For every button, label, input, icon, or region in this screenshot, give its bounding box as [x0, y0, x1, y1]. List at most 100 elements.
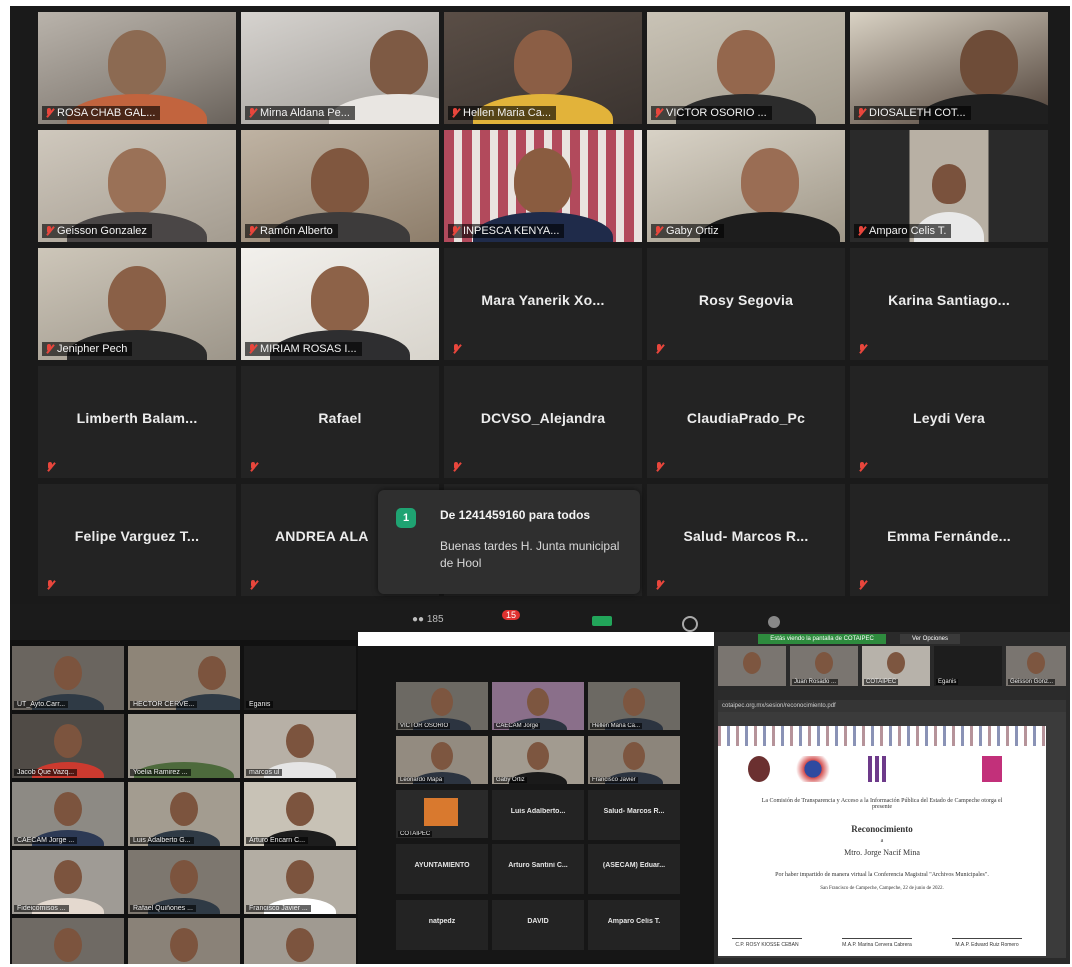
video-tile[interactable]: Geisson Gonz... [1006, 646, 1066, 686]
participant-name: INPESCA KENYA... [463, 225, 560, 237]
video-tile[interactable]: HECTOR CERVE... [128, 646, 240, 710]
video-tile[interactable]: Jacob Que Vazq... [12, 714, 124, 778]
certificate-intro: La Comisión de Transparencia y Acceso a … [761, 798, 1003, 810]
name-tile[interactable]: Leydi Vera [850, 366, 1048, 478]
chat-notification[interactable]: 1 De 1241459160 para todos Buenas tardes… [378, 490, 640, 594]
video-tile[interactable]: INPESCA KENYA... [444, 130, 642, 242]
video-tile[interactable]: Leonardo Mapa [396, 736, 488, 784]
institution-logo-icon [788, 756, 838, 782]
name-tile[interactable]: Emma Fernánde... [850, 484, 1048, 596]
name-tile[interactable]: natpedz [396, 900, 488, 950]
video-tile[interactable]: Francisco Javier [588, 736, 680, 784]
name-tile[interactable]: Felipe Varguez T... [38, 484, 236, 596]
video-tile[interactable]: Fideicomisos ... [12, 850, 124, 914]
window-bar [358, 632, 714, 646]
mic-off-icon [858, 462, 867, 472]
participant-name: DIOSALETH COT... [869, 107, 966, 119]
video-tile[interactable]: Ramón Alberto [241, 130, 439, 242]
browser-tabs [718, 690, 1066, 700]
name-tile[interactable]: Rafael [241, 366, 439, 478]
record-icon[interactable] [682, 616, 698, 632]
certificate-recipient: Mtro. Jorge Nacif Mina [844, 848, 920, 857]
name-tile[interactable]: DCVSO_Alejandra [444, 366, 642, 478]
name-tile[interactable]: DAVID [492, 900, 584, 950]
participant-name: Mara Yanerik Xo... [481, 292, 605, 308]
video-tile[interactable] [128, 918, 240, 964]
name-tile[interactable]: AYUNTAMIENTO [396, 844, 488, 894]
participant-name: Gaby Ortiz [666, 225, 719, 237]
signature-name: M.A.P. Edward Ruiz Romero [955, 942, 1019, 948]
chat-button[interactable]: 15 [502, 610, 521, 621]
name-tile[interactable]: Salud- Marcos R... [647, 484, 845, 596]
reactions-icon[interactable] [768, 616, 780, 628]
video-tile[interactable]: Amparo Celis T. [850, 130, 1048, 242]
signature: M.A.P. Marina Cervera Cabrera [842, 914, 912, 948]
video-tile[interactable]: CAECAM Jorge [492, 682, 584, 730]
participant-name: Geisson Gonz... [1008, 679, 1056, 685]
participant-name: Luis Adalberto... [510, 808, 566, 815]
video-tile[interactable]: Francisco Javier ... [244, 850, 356, 914]
mic-off-icon [857, 108, 866, 118]
sharing-banner: Estás viendo la pantalla de COTAIPEC [758, 634, 886, 644]
video-tile[interactable]: VICTOR OSORIO ... [647, 12, 845, 124]
video-tile[interactable]: Luis Adalberto G... [128, 782, 240, 846]
name-tile[interactable]: Rosy Segovia [647, 248, 845, 360]
video-tile[interactable]: Gaby Ortiz [492, 736, 584, 784]
participant-name: (ASECAM) Eduar... [602, 862, 666, 869]
video-tile[interactable]: VICTOR OSORIO [396, 682, 488, 730]
participant-name: Hellen Maria Ca... [590, 723, 643, 729]
video-tile[interactable]: Eganis [934, 646, 1002, 686]
video-tile[interactable]: Eganis [244, 646, 356, 710]
video-tile[interactable] [718, 646, 786, 686]
participant-name: VICTOR OSORIO [398, 723, 451, 729]
video-tile[interactable]: Mirna Aldana Pe... [241, 12, 439, 124]
video-tile[interactable]: COTAIPEC [396, 790, 488, 838]
video-tile[interactable]: UT_Ayto.Carr... [12, 646, 124, 710]
mic-off-icon [451, 108, 460, 118]
participant-name: DCVSO_Alejandra [480, 410, 606, 426]
view-options-button[interactable]: Ver Opciones [900, 634, 960, 644]
participant-name: CAECAM Jorge [494, 723, 541, 729]
video-tile[interactable]: Hellen Maria Ca... [444, 12, 642, 124]
name-tile[interactable]: Luis Adalberto... [492, 790, 584, 840]
name-tile[interactable]: Mara Yanerik Xo... [444, 248, 642, 360]
video-tile[interactable]: marcos ul [244, 714, 356, 778]
video-tile[interactable]: CAECAM Jorge ... [12, 782, 124, 846]
name-tile[interactable]: Amparo Celis T. [588, 900, 680, 950]
agency-logo-icon [868, 756, 888, 782]
video-tile[interactable]: Rafael Quiñones ... [128, 850, 240, 914]
participant-name: Juan Rosado ... [792, 679, 839, 685]
browser-window: cotaipec.org.mx/sesion/reconocimiento.pd… [718, 690, 1066, 958]
video-tile[interactable]: Gaby Ortiz [647, 130, 845, 242]
participant-name: Luis Adalberto G... [130, 837, 194, 844]
video-tile[interactable]: Yoelia Ramirez ... [128, 714, 240, 778]
name-tile[interactable]: Karina Santiago... [850, 248, 1048, 360]
name-tile[interactable]: Salud- Marcos R... [588, 790, 680, 840]
name-tile[interactable]: Arturo Santini C... [492, 844, 584, 894]
signature-name: C.P. ROSY KIOSSE CEBAN [735, 942, 799, 948]
video-tile[interactable]: Jenipher Pech [38, 248, 236, 360]
video-tile[interactable] [12, 918, 124, 964]
video-tile[interactable]: Geisson Gonzalez [38, 130, 236, 242]
address-bar[interactable]: cotaipec.org.mx/sesion/reconocimiento.pd… [718, 700, 1066, 712]
certificate-place-date: San Francisco de Campeche, Campeche, 22 … [820, 886, 944, 891]
video-tile[interactable]: Hellen Maria Ca... [588, 682, 680, 730]
participants-button[interactable]: ●● 185 [412, 614, 444, 625]
participant-name: Francisco Javier ... [246, 905, 311, 912]
name-tile[interactable]: (ASECAM) Eduar... [588, 844, 680, 894]
video-tile[interactable]: ROSA CHAB GAL... [38, 12, 236, 124]
decorative-border [718, 726, 1046, 746]
video-tile[interactable] [244, 918, 356, 964]
participant-name: UT_Ayto.Carr... [14, 701, 69, 708]
video-tile[interactable]: Arturo Encarn C... [244, 782, 356, 846]
mic-off-icon [655, 344, 664, 354]
video-tile[interactable]: MIRIAM ROSAS I... [241, 248, 439, 360]
video-tile[interactable]: Juan Rosado ... [790, 646, 858, 686]
video-tile[interactable]: COTAIPEC [862, 646, 930, 686]
video-tile[interactable]: DIOSALETH COT... [850, 12, 1048, 124]
name-tile[interactable]: Limberth Balam... [38, 366, 236, 478]
share-screen-icon[interactable] [592, 616, 612, 626]
certificate-title: Reconocimiento [851, 824, 913, 834]
name-tile[interactable]: ClaudiaPrado_Pc [647, 366, 845, 478]
participant-name: marcos ul [246, 769, 283, 776]
